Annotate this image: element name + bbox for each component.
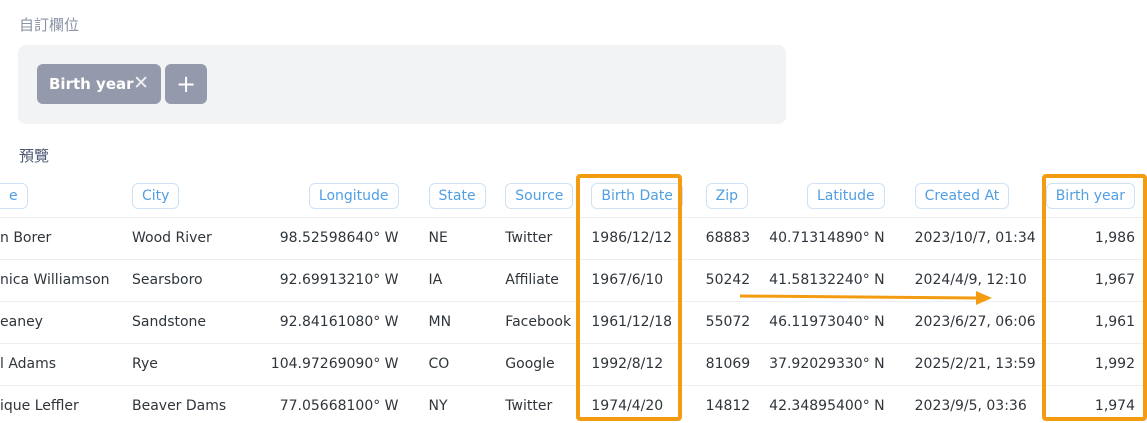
custom-columns-box: Birth year ✕ + [18, 45, 786, 124]
cell-latitude: 40.71314890° N [752, 217, 897, 260]
header-row: e City Longitude State Source Birth Date… [0, 175, 1147, 218]
preview-title: 預覽 [19, 147, 50, 165]
cell-created-at: 2023/9/5, 03:36 [896, 385, 1037, 423]
cell-zip: 14812 [687, 385, 753, 423]
cell-zip: 50242 [687, 259, 753, 302]
column-header-state[interactable]: State [410, 175, 488, 218]
preview-table-container[interactable]: e City Longitude State Source Birth Date… [0, 175, 1147, 423]
cell-birth-date: 1992/8/12 [573, 343, 688, 386]
cell-created-at: 2023/10/7, 01:34 [896, 217, 1037, 260]
cell-longitude: 92.69913210° W [228, 259, 411, 302]
cell-longitude: 98.52598640° W [228, 217, 411, 260]
remove-chip-icon[interactable]: ✕ [133, 72, 149, 94]
cell-zip: 68883 [687, 217, 753, 260]
cell-longitude: 77.05668100° W [228, 385, 411, 423]
table-row: nica Williamson Searsboro 92.69913210° W IA… [0, 259, 1147, 302]
preview-table: e City Longitude State Source Birth Date… [0, 175, 1147, 423]
cell-city: Searsboro [113, 259, 229, 302]
cell-state: CO [410, 343, 488, 386]
cell-name: nica Williamson [0, 259, 114, 302]
cell-birth-year: 1,974 [1036, 385, 1147, 423]
cell-source: Google [487, 343, 574, 386]
add-custom-column-button[interactable]: + [165, 64, 207, 104]
cell-source: Facebook [487, 301, 574, 344]
cell-birth-year: 1,961 [1036, 301, 1147, 344]
column-header-longitude[interactable]: Longitude [228, 175, 411, 218]
column-header-created-at[interactable]: Created At [896, 175, 1037, 218]
cell-city: Sandstone [113, 301, 229, 344]
page: 自訂欄位 Birth year ✕ + 預覽 e City Longitude … [0, 0, 1147, 423]
cell-name: eaney [0, 301, 114, 344]
cell-source: Twitter [487, 217, 574, 260]
cell-latitude: 41.58132240° N [752, 259, 897, 302]
column-header-city[interactable]: City [113, 175, 229, 218]
cell-created-at: 2023/6/27, 06:06 [896, 301, 1037, 344]
chip-label: Birth year [49, 75, 134, 93]
table-row: n Borer Wood River 98.52598640° W NE Twitter… [0, 217, 1147, 260]
cell-birth-year: 1,992 [1036, 343, 1147, 386]
cell-state: MN [410, 301, 488, 344]
cell-state: NY [410, 385, 488, 423]
column-header-zip[interactable]: Zip [687, 175, 753, 218]
cell-latitude: 42.34895400° N [752, 385, 897, 423]
cell-latitude: 37.92029330° N [752, 343, 897, 386]
cell-source: Twitter [487, 385, 574, 423]
cell-birth-date: 1961/12/18 [573, 301, 688, 344]
cell-latitude: 46.11973040° N [752, 301, 897, 344]
table-row: ique Leffler Beaver Dams 77.05668100° W NY T… [0, 385, 1147, 423]
table-row: l Adams Rye 104.97269090° W CO Google 1992/8/… [0, 343, 1147, 386]
cell-birth-date: 1986/12/12 [573, 217, 688, 260]
cell-city: Beaver Dams [113, 385, 229, 423]
column-header-name[interactable]: e [0, 175, 114, 218]
cell-name: n Borer [0, 217, 114, 260]
cell-city: Wood River [113, 217, 229, 260]
cell-longitude: 92.84161080° W [228, 301, 411, 344]
column-header-source[interactable]: Source [487, 175, 574, 218]
cell-longitude: 104.97269090° W [228, 343, 411, 386]
cell-created-at: 2025/2/21, 13:59 [896, 343, 1037, 386]
cell-zip: 55072 [687, 301, 753, 344]
cell-source: Affiliate [487, 259, 574, 302]
cell-state: NE [410, 217, 488, 260]
cell-birth-year: 1,967 [1036, 259, 1147, 302]
cell-created-at: 2024/4/9, 12:10 [896, 259, 1037, 302]
cell-zip: 81069 [687, 343, 753, 386]
column-header-birth-date[interactable]: Birth Date [573, 175, 688, 218]
cell-birth-year: 1,986 [1036, 217, 1147, 260]
cell-state: IA [410, 259, 488, 302]
cell-birth-date: 1967/6/10 [573, 259, 688, 302]
cell-city: Rye [113, 343, 229, 386]
table-row: eaney Sandstone 92.84161080° W MN Facebook 19… [0, 301, 1147, 344]
column-header-latitude[interactable]: Latitude [752, 175, 897, 218]
cell-name: ique Leffler [0, 385, 114, 423]
cell-birth-date: 1974/4/20 [573, 385, 688, 423]
column-header-birth-year[interactable]: Birth year [1036, 175, 1147, 218]
custom-columns-title: 自訂欄位 [19, 16, 80, 34]
custom-column-chip[interactable]: Birth year ✕ [37, 64, 161, 104]
cell-name: l Adams [0, 343, 114, 386]
